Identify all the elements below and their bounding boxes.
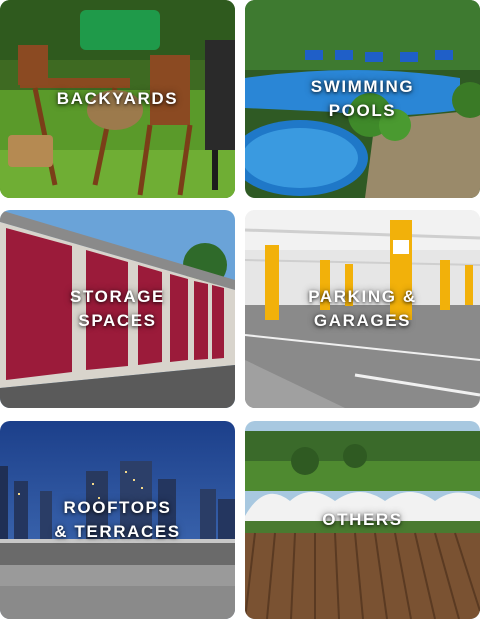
space-category-grid: BACKYARDS SWIMMING POOLS STORAGE SPACES … [0, 0, 480, 619]
tile-label-swimming-pools: SWIMMING POOLS [245, 75, 480, 123]
tile-label-line-1: PARKING & [308, 287, 417, 306]
tile-label-line-2: GARAGES [313, 311, 412, 330]
tile-label-storage-spaces: STORAGE SPACES [0, 285, 235, 333]
tile-label-line-2: POOLS [328, 101, 397, 120]
tile-label-line-1: SWIMMING [310, 77, 415, 96]
tile-rooftops-terraces[interactable]: ROOFTOPS & TERRACES [0, 421, 235, 619]
tile-storage-spaces[interactable]: STORAGE SPACES [0, 210, 235, 408]
tile-swimming-pools[interactable]: SWIMMING POOLS [245, 0, 480, 198]
tile-parking-garages[interactable]: PARKING & GARAGES [245, 210, 480, 408]
tile-others[interactable]: OTHERS [245, 421, 480, 619]
tile-label-line-1: STORAGE [70, 287, 165, 306]
tile-backyards[interactable]: BACKYARDS [0, 0, 235, 198]
tile-label-line-1: ROOFTOPS [63, 498, 172, 517]
tile-label-line-2: SPACES [78, 311, 157, 330]
tile-label-parking-garages: PARKING & GARAGES [245, 285, 480, 333]
tile-label-backyards: BACKYARDS [0, 87, 235, 111]
tile-label-rooftops-terraces: ROOFTOPS & TERRACES [0, 496, 235, 544]
tile-label-others: OTHERS [245, 508, 480, 532]
tile-label-line-2: & TERRACES [54, 522, 181, 541]
tile-label-line-1: OTHERS [322, 510, 403, 529]
tile-label-line-1: BACKYARDS [56, 89, 179, 108]
